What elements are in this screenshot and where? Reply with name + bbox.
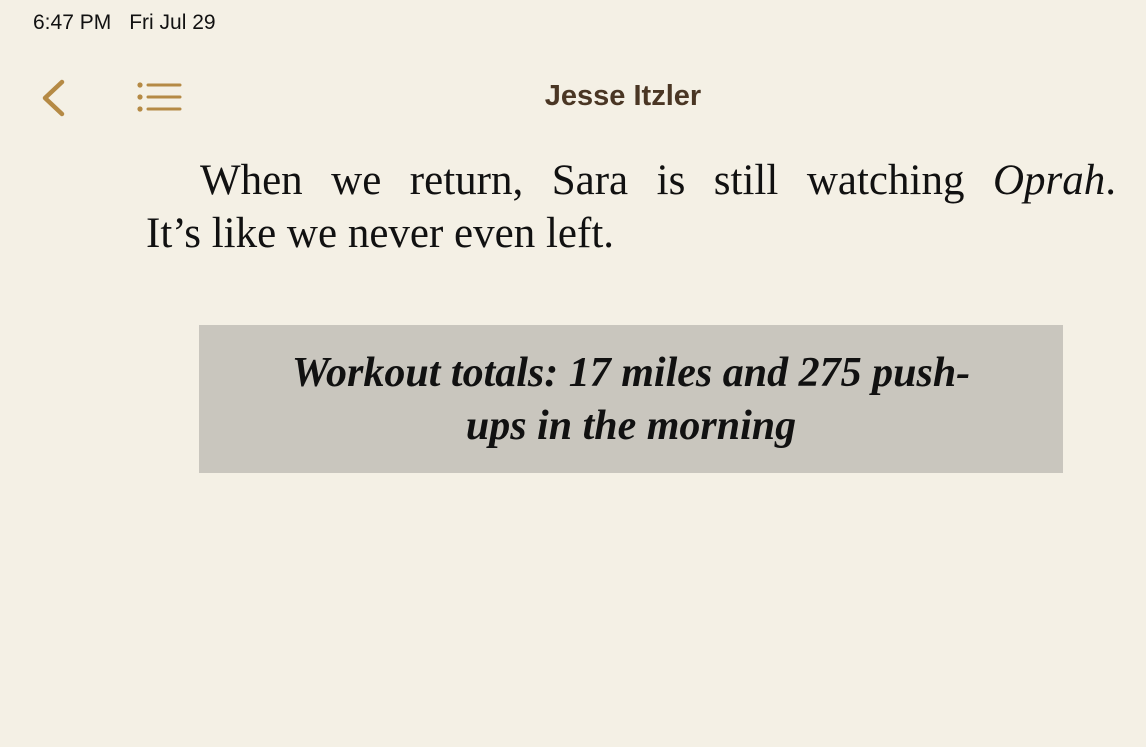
paragraph-line-1: When we return, Sara is still watching O… <box>146 154 1116 207</box>
callout-line-1: Workout totals: 17 miles and 275 push- <box>291 350 971 396</box>
paragraph-line-2: It’s like we never even left. <box>146 210 615 257</box>
status-time: 6:47 PM <box>33 11 112 34</box>
book-page-text: When we return, Sara is still watching O… <box>146 154 1116 260</box>
paragraph-italic: Oprah <box>992 157 1106 204</box>
paragraph-start: When we return, Sara is still watching <box>200 157 993 204</box>
paragraph-end: . <box>1105 157 1116 204</box>
callout-line-2: ups in the morning <box>465 403 797 449</box>
status-bar: 6:47 PM Fri Jul 29 <box>33 11 216 35</box>
book-title: Jesse Itzler <box>544 80 702 112</box>
status-date: Fri Jul 29 <box>129 11 216 34</box>
workout-callout-box: Workout totals: 17 miles and 275 push- u… <box>199 325 1063 473</box>
